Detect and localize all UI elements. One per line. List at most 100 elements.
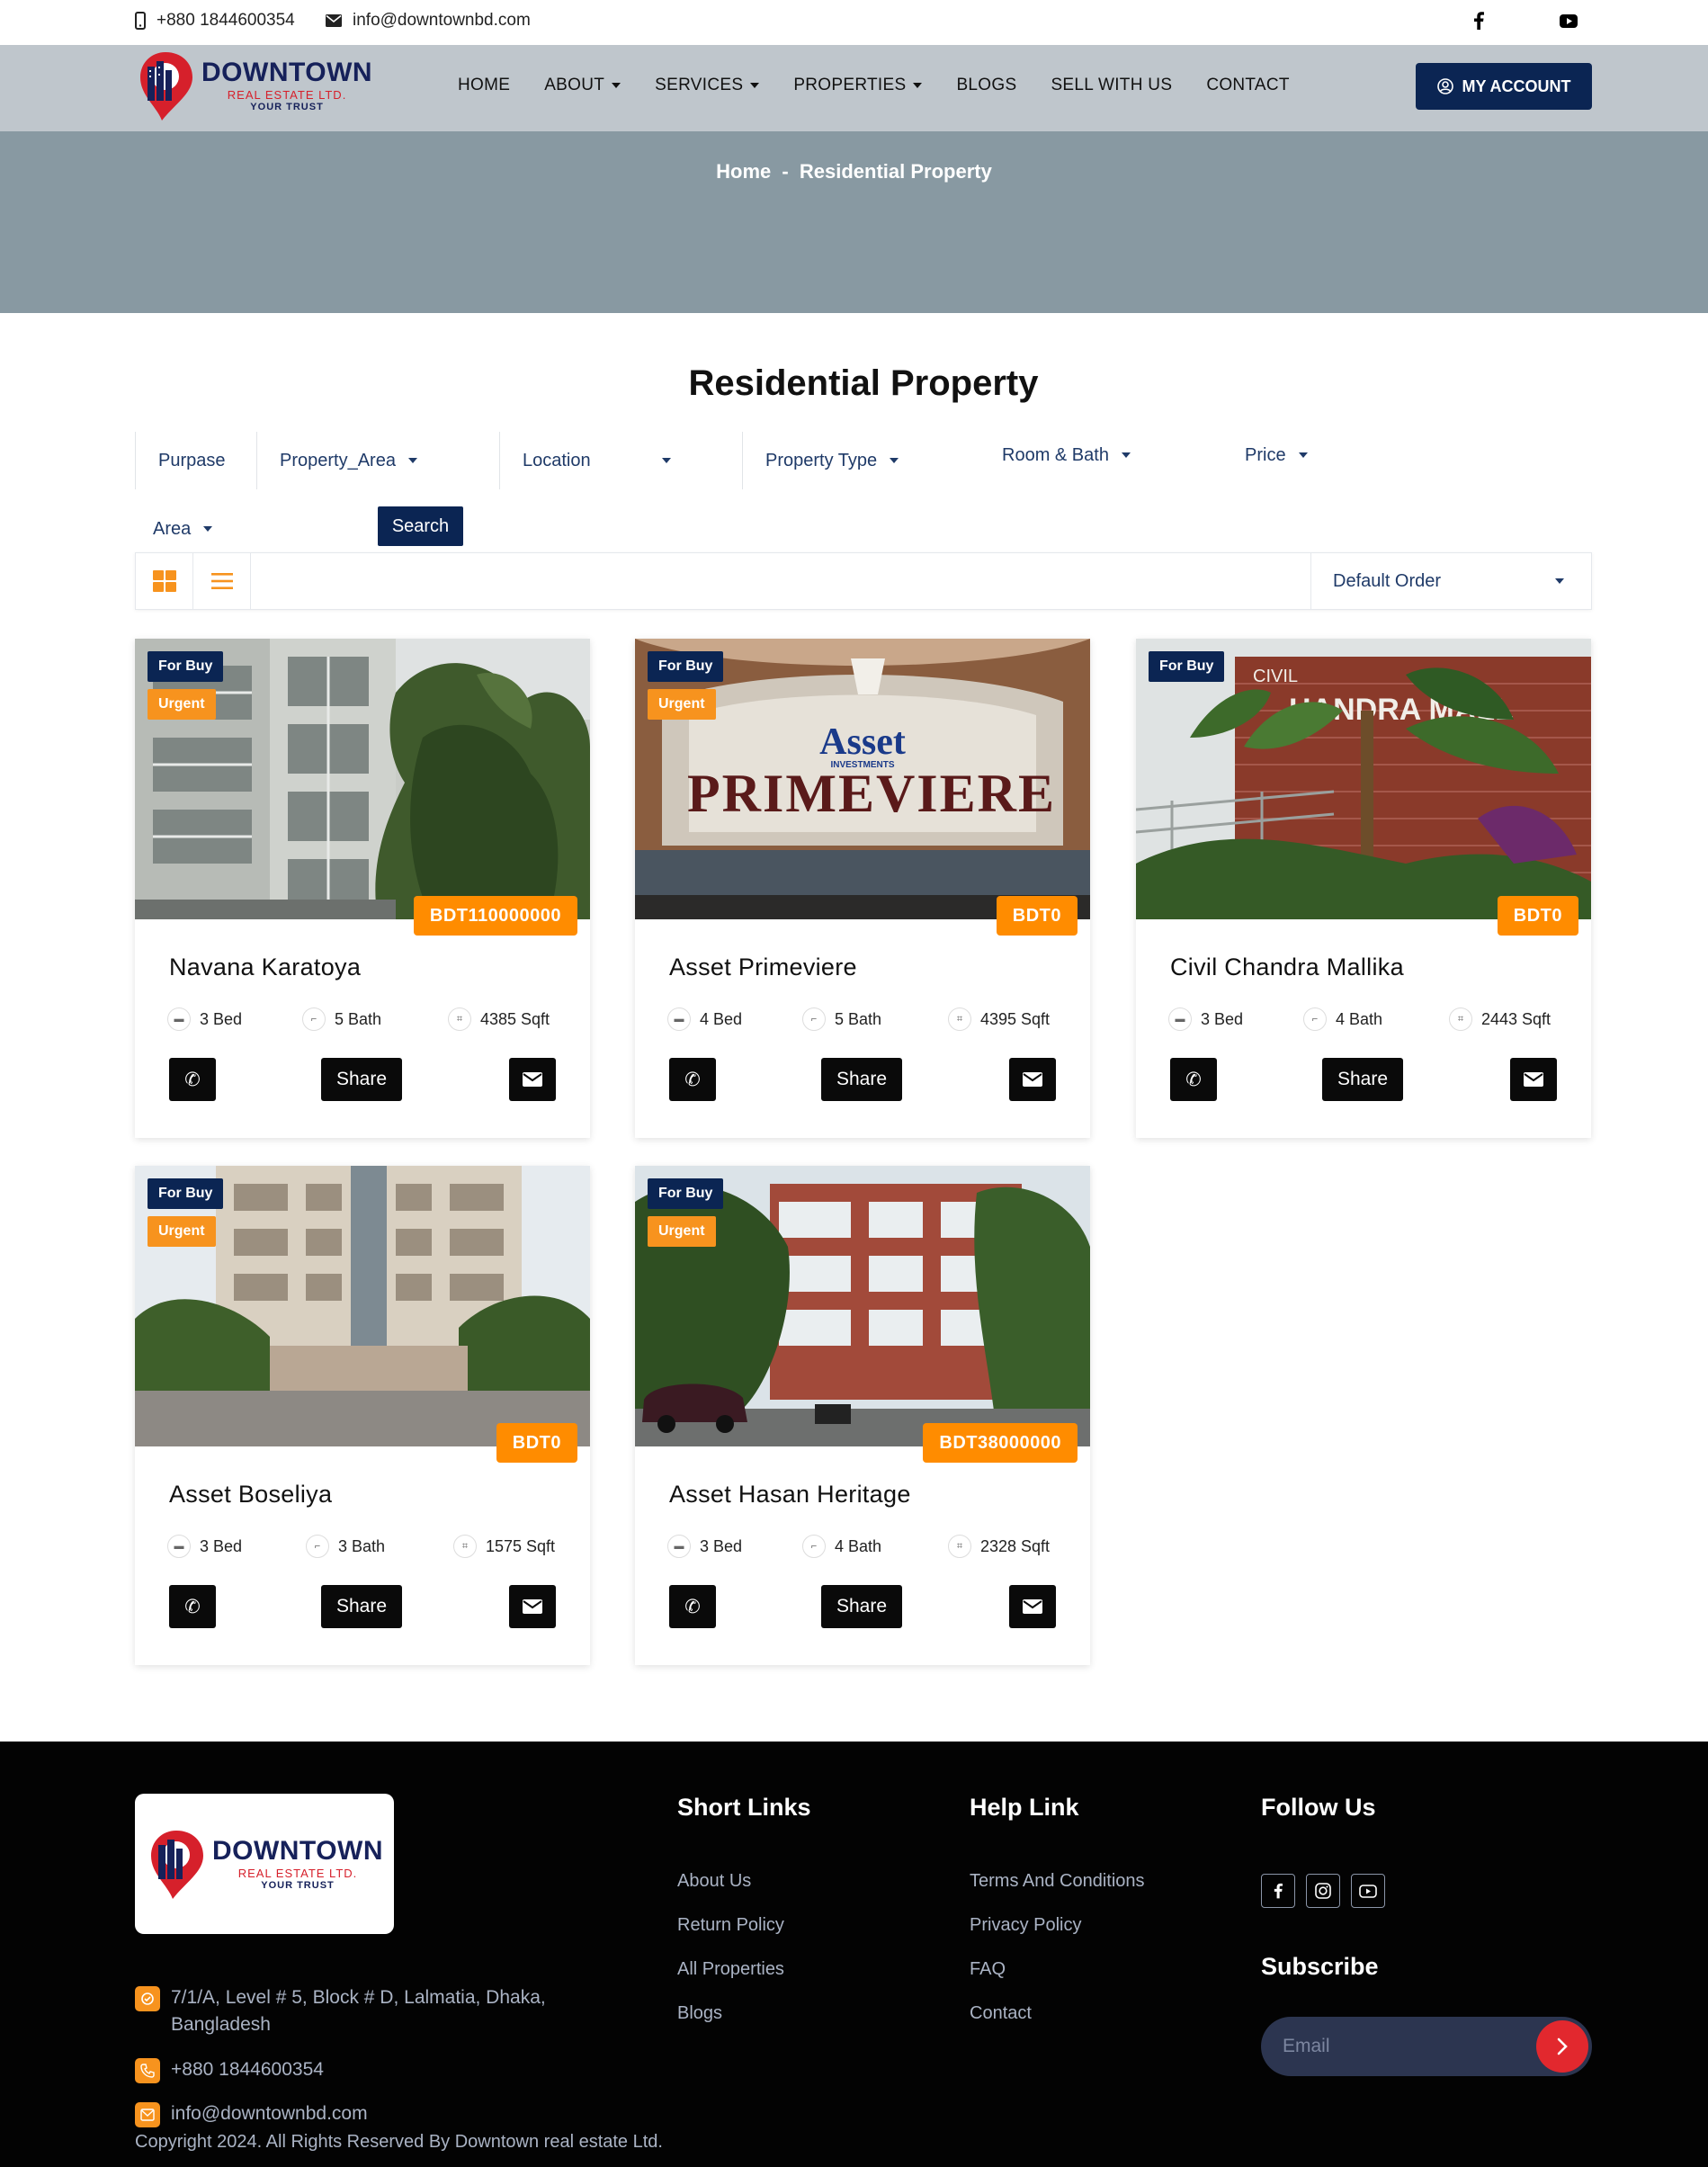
filter-price[interactable]: Price bbox=[1245, 426, 1308, 484]
nav-about[interactable]: ABOUT bbox=[544, 76, 621, 95]
results-toolbar: Default Order bbox=[135, 552, 1592, 610]
filter-purpose-label: Purpase bbox=[158, 450, 226, 470]
filter-property-type[interactable]: Property Type bbox=[765, 432, 899, 489]
email-button[interactable] bbox=[509, 1058, 556, 1101]
filter-divider bbox=[742, 432, 743, 489]
property-name[interactable]: Navana Karatoya bbox=[169, 954, 361, 981]
call-button[interactable]: ✆ bbox=[669, 1585, 716, 1628]
area-icon: ⌗ bbox=[948, 1535, 971, 1558]
footer-logo[interactable]: DOWNTOWN REAL ESTATE LTD. YOUR TRUST bbox=[135, 1794, 394, 1934]
nav-sell-with-us[interactable]: SELL WITH US bbox=[1051, 76, 1172, 95]
area-size-text: 1575 Sqft bbox=[486, 1536, 556, 1555]
filter-area[interactable]: Area bbox=[153, 500, 213, 558]
email-button[interactable] bbox=[1009, 1585, 1056, 1628]
email-button[interactable] bbox=[1510, 1058, 1557, 1101]
subscribe-submit-button[interactable] bbox=[1536, 2020, 1588, 2073]
nav-properties[interactable]: PROPERTIES bbox=[793, 76, 923, 95]
nav-services[interactable]: SERVICES bbox=[655, 76, 760, 95]
property-card[interactable]: For Buy Urgent BDT0 Asset Boseliya ▬ 3 Be… bbox=[135, 1166, 590, 1665]
share-button[interactable]: Share bbox=[1322, 1058, 1403, 1101]
subscribe-heading: Subscribe bbox=[1261, 1953, 1379, 1980]
email-button[interactable] bbox=[509, 1585, 556, 1628]
nav-home[interactable]: HOME bbox=[458, 76, 510, 95]
share-button[interactable]: Share bbox=[321, 1585, 402, 1628]
filter-property-area[interactable]: Property_Area bbox=[280, 432, 417, 489]
envelope-icon bbox=[1524, 1072, 1543, 1087]
share-button[interactable]: Share bbox=[821, 1585, 902, 1628]
area-size: ⌗ 1575 Sqft bbox=[453, 1535, 555, 1558]
area-icon: ⌗ bbox=[948, 1007, 971, 1031]
call-button[interactable]: ✆ bbox=[669, 1058, 716, 1101]
list-view-button[interactable] bbox=[193, 553, 251, 609]
envelope-icon bbox=[523, 1599, 542, 1614]
filter-purpose[interactable]: Purpase bbox=[158, 432, 226, 489]
envelope-icon bbox=[1023, 1599, 1042, 1614]
call-button[interactable]: ✆ bbox=[1170, 1058, 1217, 1101]
footer-phone[interactable]: +880 1844600354 bbox=[135, 2056, 324, 2083]
area-icon: ⌗ bbox=[448, 1007, 471, 1031]
property-card[interactable]: For Buy Urgent BDT38000000 Asset Hasan H… bbox=[635, 1166, 1090, 1665]
caret-down-icon bbox=[750, 83, 760, 88]
property-card[interactable]: For Buy Urgent BDT110000000 Navana Karat… bbox=[135, 639, 590, 1138]
property-name[interactable]: Civil Chandra Mallika bbox=[1170, 954, 1404, 981]
breadcrumb-home[interactable]: Home bbox=[716, 160, 771, 183]
filter-location[interactable]: Location bbox=[523, 432, 671, 489]
page-title: Residential Property bbox=[688, 363, 1039, 403]
my-account-button[interactable]: MY ACCOUNT bbox=[1416, 63, 1592, 110]
footer-logo-inner: DOWNTOWN REAL ESTATE LTD. YOUR TRUST bbox=[146, 1827, 383, 1901]
nav-contact-label: CONTACT bbox=[1206, 76, 1290, 94]
bath-count: ⌐ 4 Bath bbox=[1303, 1007, 1382, 1031]
filter-bar: Purpase Property_Area Location Property … bbox=[135, 432, 1592, 489]
subscribe-email-input[interactable] bbox=[1283, 2033, 1507, 2060]
facebook-icon[interactable] bbox=[1261, 1874, 1295, 1908]
nav-contact[interactable]: CONTACT bbox=[1206, 76, 1290, 95]
property-name[interactable]: Asset Hasan Heritage bbox=[669, 1481, 911, 1509]
bath-count: ⌐ 3 Bath bbox=[306, 1535, 385, 1558]
call-button[interactable]: ✆ bbox=[169, 1058, 216, 1101]
sort-order-select[interactable]: Default Order bbox=[1310, 553, 1591, 609]
share-button[interactable]: Share bbox=[821, 1058, 902, 1101]
property-name[interactable]: Asset Primeviere bbox=[669, 954, 857, 981]
footer-link-about[interactable]: About Us bbox=[677, 1871, 751, 1892]
nav-blogs[interactable]: BLOGS bbox=[956, 76, 1016, 95]
footer-link-privacy[interactable]: Privacy Policy bbox=[970, 1915, 1081, 1936]
property-name[interactable]: Asset Boseliya bbox=[169, 1481, 332, 1509]
property-card[interactable]: Asset INVESTMENTS PRIMEVIERE For Buy Urg… bbox=[635, 639, 1090, 1138]
footer-link-terms[interactable]: Terms And Conditions bbox=[970, 1871, 1145, 1892]
filter-property-type-label: Property Type bbox=[765, 450, 878, 470]
facebook-icon[interactable] bbox=[1469, 11, 1489, 31]
urgent-badge: Urgent bbox=[648, 689, 716, 720]
bath-count-text: 5 Bath bbox=[335, 1009, 382, 1028]
instagram-icon[interactable] bbox=[1306, 1874, 1340, 1908]
phone-icon: ✆ bbox=[684, 1069, 701, 1090]
site-logo[interactable]: DOWNTOWN REAL ESTATE LTD. YOUR TRUST bbox=[135, 49, 372, 122]
topbar-email[interactable]: info@downtownbd.com bbox=[326, 11, 531, 31]
grid-view-button[interactable] bbox=[136, 553, 193, 609]
footer-email[interactable]: info@downtownbd.com bbox=[135, 2100, 368, 2127]
call-button[interactable]: ✆ bbox=[169, 1585, 216, 1628]
sign-line-1: CIVIL bbox=[1253, 667, 1298, 686]
footer-link-all-properties[interactable]: All Properties bbox=[677, 1959, 784, 1980]
shower-icon: ⌐ bbox=[802, 1007, 826, 1031]
area-size-text: 4385 Sqft bbox=[480, 1009, 550, 1028]
youtube-icon[interactable] bbox=[1559, 11, 1578, 31]
property-card[interactable]: CIVIL HANDRA MALL For Buy BDT0 Civil Cha… bbox=[1136, 639, 1591, 1138]
footer-link-contact[interactable]: Contact bbox=[970, 2003, 1032, 2024]
email-button[interactable] bbox=[1009, 1058, 1056, 1101]
footer-phone-text: +880 1844600354 bbox=[171, 2059, 324, 2080]
share-button[interactable]: Share bbox=[321, 1058, 402, 1101]
bed-count: ▬ 4 Bed bbox=[667, 1007, 742, 1031]
youtube-icon[interactable] bbox=[1351, 1874, 1385, 1908]
copyright: Copyright 2024. All Rights Reserved By D… bbox=[135, 2132, 663, 2152]
footer-link-return-policy[interactable]: Return Policy bbox=[677, 1915, 784, 1936]
filter-divider bbox=[499, 432, 500, 489]
topbar-phone[interactable]: +880 1844600354 bbox=[135, 11, 295, 31]
footer-social-links bbox=[1261, 1874, 1385, 1908]
urgent-badge: Urgent bbox=[648, 1216, 716, 1247]
bath-count: ⌐ 5 Bath bbox=[302, 1007, 381, 1031]
search-button[interactable]: Search bbox=[378, 506, 463, 546]
footer-link-faq[interactable]: FAQ bbox=[970, 1959, 1006, 1980]
urgent-badge: Urgent bbox=[148, 1216, 216, 1247]
filter-room-bath[interactable]: Room & Bath bbox=[1002, 426, 1131, 484]
footer-link-blogs[interactable]: Blogs bbox=[677, 2003, 722, 2024]
